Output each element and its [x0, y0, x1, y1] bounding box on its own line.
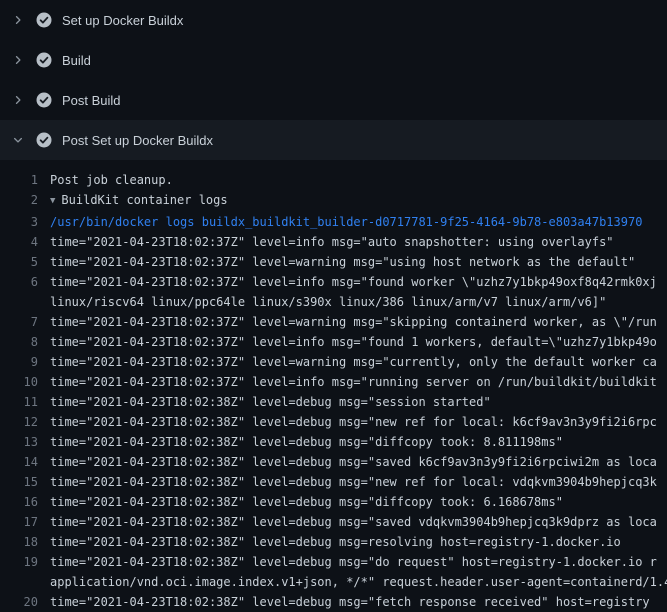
log-line-number[interactable] [0, 572, 50, 592]
log-line[interactable]: 11 time="2021-04-23T18:02:38Z" level=deb… [0, 392, 667, 412]
step-title: Post Build [62, 93, 121, 108]
log-line[interactable]: 6 time="2021-04-23T18:02:37Z" level=info… [0, 272, 667, 292]
log-line-text: time="2021-04-23T18:02:38Z" level=debug … [50, 392, 667, 412]
check-circle-icon [36, 132, 52, 148]
log-line-number[interactable]: 19 [0, 552, 50, 572]
step-title: Post Set up Docker Buildx [62, 133, 213, 148]
log-line-number[interactable]: 6 [0, 272, 50, 292]
log-line-number[interactable]: 17 [0, 512, 50, 532]
log-line-text: time="2021-04-23T18:02:38Z" level=debug … [50, 552, 667, 572]
step-title: Set up Docker Buildx [62, 13, 183, 28]
log-line[interactable]: 10 time="2021-04-23T18:02:37Z" level=inf… [0, 372, 667, 392]
log-line-number[interactable]: 4 [0, 232, 50, 252]
log-line-text: application/vnd.oci.image.index.v1+json,… [50, 572, 667, 592]
log-line[interactable]: 4 time="2021-04-23T18:02:37Z" level=info… [0, 232, 667, 252]
log-line-number[interactable]: 9 [0, 352, 50, 372]
log-line-number[interactable]: 10 [0, 372, 50, 392]
log-line-number[interactable]: 3 [0, 212, 50, 232]
chevron-right-icon [10, 92, 26, 108]
log-line-number[interactable]: 12 [0, 412, 50, 432]
log-line[interactable]: 19 time="2021-04-23T18:02:38Z" level=deb… [0, 552, 667, 572]
log-line[interactable]: 9 time="2021-04-23T18:02:37Z" level=warn… [0, 352, 667, 372]
log-line[interactable]: 7 time="2021-04-23T18:02:37Z" level=warn… [0, 312, 667, 332]
log-line-number[interactable]: 5 [0, 252, 50, 272]
log-line-number[interactable]: 8 [0, 332, 50, 352]
log-line[interactable]: 8 time="2021-04-23T18:02:37Z" level=info… [0, 332, 667, 352]
log-line-text: time="2021-04-23T18:02:38Z" level=debug … [50, 432, 667, 452]
log-line-text: Post job cleanup. [50, 170, 667, 190]
log-line-text: linux/riscv64 linux/ppc64le linux/s390x … [50, 292, 667, 312]
log-line-text: time="2021-04-23T18:02:37Z" level=info m… [50, 272, 667, 292]
log-line[interactable]: 2 ▼BuildKit container logs [0, 190, 667, 212]
log-line[interactable]: 12 time="2021-04-23T18:02:38Z" level=deb… [0, 412, 667, 432]
step-header-build[interactable]: Build [0, 40, 667, 80]
chevron-right-icon [10, 12, 26, 28]
log-line-text: time="2021-04-23T18:02:38Z" level=debug … [50, 512, 667, 532]
log-line[interactable]: 14 time="2021-04-23T18:02:38Z" level=deb… [0, 452, 667, 472]
log-line[interactable]: linux/riscv64 linux/ppc64le linux/s390x … [0, 292, 667, 312]
log-line-text: time="2021-04-23T18:02:37Z" level=warnin… [50, 352, 667, 372]
step-title: Build [62, 53, 91, 68]
chevron-right-icon [10, 52, 26, 68]
log-line[interactable]: 17 time="2021-04-23T18:02:38Z" level=deb… [0, 512, 667, 532]
log-line-text: time="2021-04-23T18:02:38Z" level=debug … [50, 592, 667, 612]
log-line-number[interactable]: 7 [0, 312, 50, 332]
log-line-text: time="2021-04-23T18:02:37Z" level=info m… [50, 232, 667, 252]
log-line-text: time="2021-04-23T18:02:38Z" level=debug … [50, 412, 667, 432]
chevron-down-icon [10, 132, 26, 148]
step-header-post-set-up-docker-buildx[interactable]: Post Set up Docker Buildx [0, 120, 667, 160]
log-line-number[interactable] [0, 292, 50, 312]
log-line-text: time="2021-04-23T18:02:37Z" level=info m… [50, 332, 667, 352]
log-line-number[interactable]: 20 [0, 592, 50, 612]
log-container: 1 Post job cleanup. 2 ▼BuildKit containe… [0, 160, 667, 612]
group-collapse-icon[interactable]: ▼ [50, 191, 55, 211]
log-line[interactable]: 5 time="2021-04-23T18:02:37Z" level=warn… [0, 252, 667, 272]
log-line[interactable]: 1 Post job cleanup. [0, 170, 667, 190]
log-line-number[interactable]: 11 [0, 392, 50, 412]
log-line[interactable]: 13 time="2021-04-23T18:02:38Z" level=deb… [0, 432, 667, 452]
log-line-text: time="2021-04-23T18:02:37Z" level=info m… [50, 372, 667, 392]
log-line-number[interactable]: 15 [0, 472, 50, 492]
log-line-text: time="2021-04-23T18:02:38Z" level=debug … [50, 472, 667, 492]
log-line-number[interactable]: 14 [0, 452, 50, 472]
log-line[interactable]: 20 time="2021-04-23T18:02:38Z" level=deb… [0, 592, 667, 612]
log-line-text: time="2021-04-23T18:02:38Z" level=debug … [50, 452, 667, 472]
log-line-number[interactable]: 16 [0, 492, 50, 512]
check-circle-icon [36, 52, 52, 68]
log-line-number[interactable]: 13 [0, 432, 50, 452]
check-circle-icon [36, 12, 52, 28]
log-line[interactable]: 16 time="2021-04-23T18:02:38Z" level=deb… [0, 492, 667, 512]
check-circle-icon [36, 92, 52, 108]
log-line-number[interactable]: 2 [0, 190, 50, 212]
step-header-set-up-docker-buildx[interactable]: Set up Docker Buildx [0, 0, 667, 40]
step-header-post-build[interactable]: Post Build [0, 80, 667, 120]
log-line[interactable]: 15 time="2021-04-23T18:02:38Z" level=deb… [0, 472, 667, 492]
log-line-text: /usr/bin/docker logs buildx_buildkit_bui… [50, 212, 667, 232]
step-list: Set up Docker Buildx Build Post Build Po… [0, 0, 667, 160]
log-line-number[interactable]: 18 [0, 532, 50, 552]
log-line[interactable]: 3 /usr/bin/docker logs buildx_buildkit_b… [0, 212, 667, 232]
log-line-text: time="2021-04-23T18:02:38Z" level=debug … [50, 492, 667, 512]
log-line-text: ▼BuildKit container logs [50, 190, 667, 212]
log-line-number[interactable]: 1 [0, 170, 50, 190]
log-line-text: time="2021-04-23T18:02:37Z" level=warnin… [50, 312, 667, 332]
log-line[interactable]: application/vnd.oci.image.index.v1+json,… [0, 572, 667, 592]
log-line-text: time="2021-04-23T18:02:37Z" level=warnin… [50, 252, 667, 272]
log-line-text: time="2021-04-23T18:02:38Z" level=debug … [50, 532, 667, 552]
log-line[interactable]: 18 time="2021-04-23T18:02:38Z" level=deb… [0, 532, 667, 552]
